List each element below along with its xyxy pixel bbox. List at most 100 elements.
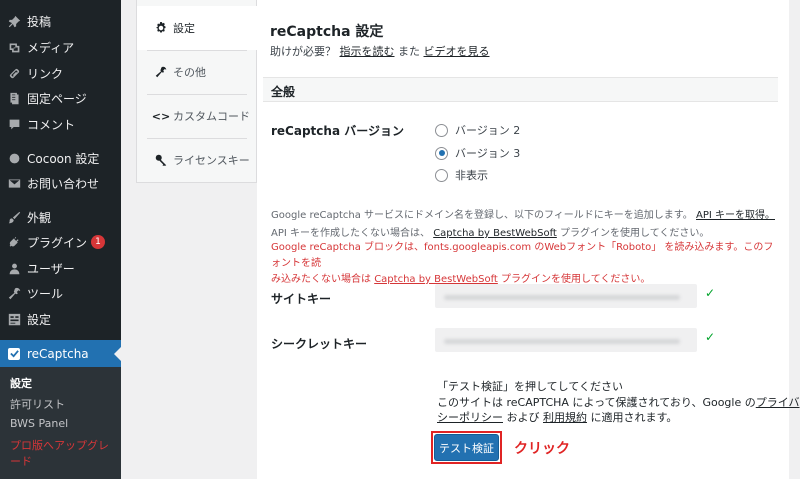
plugin-icon (7, 235, 21, 249)
sidebar-item-appearance[interactable]: 外観 (0, 205, 121, 229)
main-content: 設定 その他 <> カスタムコード ライセンスキー reCaptcha 設定 助… (121, 0, 800, 479)
sidebar-item-tools[interactable]: ツール (0, 281, 121, 305)
radio-invisible[interactable]: 非表示 (435, 167, 488, 183)
code-icon: <> (151, 109, 171, 123)
secret-key-label: シークレットキー (271, 337, 368, 351)
masked-key-value (444, 339, 680, 344)
sidebar-item-plugins[interactable]: プラグイン 1 (0, 230, 121, 254)
sidebar-item-contact[interactable]: お問い合わせ (0, 171, 121, 195)
recaptcha-submenu: 設定 許可リスト BWS Panel プロ版へアップグレード (0, 367, 121, 479)
get-api-key-link[interactable]: API キーを取得。 (696, 210, 775, 221)
radio-button[interactable] (435, 168, 448, 182)
sidebar-item-users[interactable]: ユーザー (0, 256, 121, 280)
sidebar-item-recaptcha[interactable]: reCaptcha (0, 340, 121, 367)
update-count-badge: 1 (91, 235, 106, 249)
tab-other[interactable]: その他 (137, 50, 257, 94)
tab-label: 設定 (173, 22, 195, 35)
sidebar-item-links[interactable]: リンク (0, 61, 121, 85)
notice-text: このサイトは reCAPTCHA によって保護されており、Google の (437, 396, 756, 409)
radio-version-3[interactable]: バージョン 3 (435, 145, 520, 161)
description-text: プラグインを使用してください。 (560, 228, 710, 239)
tab-label: カスタムコード (173, 110, 250, 123)
radio-label: バージョン 2 (455, 124, 521, 137)
circle-icon (7, 151, 21, 165)
radio-button[interactable] (435, 123, 448, 137)
comment-icon (7, 117, 21, 131)
read-instructions-link[interactable]: 指示を読む (340, 45, 395, 58)
test-verify-button[interactable]: テスト検証 (434, 434, 499, 461)
admin-sidebar: 投稿 メディア リンク 固定ページ コメント Cocoon 設定 お問い合わせ … (0, 0, 121, 479)
captcha-plugin-link[interactable]: Captcha by BestWebSoft (433, 228, 557, 239)
warning-text: Google reCaptcha ブロックは、fonts.googleapis.… (271, 242, 774, 269)
version-label: reCaptcha バージョン (271, 124, 404, 138)
sidebar-item-pages[interactable]: 固定ページ (0, 86, 121, 110)
sidebar-item-comments[interactable]: コメント (0, 112, 121, 136)
recaptcha-notice-line2: シーポリシー および 利用規約 に適用されます。 (437, 409, 677, 425)
description-text: Google reCaptcha サービスにドメイン名を登録し、以下のフィールド… (271, 210, 693, 221)
active-arrow-icon (114, 347, 121, 361)
help-prefix: 助けが必要？ (270, 45, 336, 58)
tab-label: ライセンスキー (173, 154, 250, 167)
wrench-icon (154, 66, 168, 78)
site-key-input[interactable] (435, 284, 697, 308)
tab-label: その他 (173, 66, 206, 79)
click-annotation: クリック (514, 441, 570, 457)
pushpin-icon (7, 14, 21, 28)
sidebar-item-label: コメント (27, 117, 76, 132)
sidebar-item-label: プラグイン (27, 235, 88, 250)
sidebar-item-posts[interactable]: 投稿 (0, 9, 121, 33)
sidebar-item-label: メディア (27, 40, 75, 55)
user-icon (7, 261, 21, 275)
description-api-key: Google reCaptcha サービスにドメイン名を登録し、以下のフィールド… (271, 206, 775, 221)
section-title: 全般 (271, 85, 296, 99)
gear-icon (154, 22, 168, 34)
sidebar-item-label: Cocoon 設定 (27, 151, 100, 166)
tab-license-key[interactable]: ライセンスキー (137, 138, 257, 182)
site-key-label: サイトキー (271, 292, 332, 306)
submenu-item-upgrade[interactable]: プロ版へアップグレード (10, 438, 118, 470)
sidebar-item-media[interactable]: メディア (0, 35, 121, 59)
submenu-item-settings[interactable]: 設定 (10, 375, 32, 391)
checkbox-icon (8, 347, 20, 360)
sidebar-item-label: リンク (27, 66, 64, 81)
tab-custom-code[interactable]: <> カスタムコード (137, 94, 257, 138)
warning-text: み込みたくない場合は (271, 274, 371, 285)
link-icon (7, 66, 21, 80)
page-title: reCaptcha 設定 (270, 24, 384, 40)
sidebar-item-label: ツール (27, 286, 64, 301)
recaptcha-notice-line1: このサイトは reCAPTCHA によって保護されており、Google のプライ… (437, 394, 800, 410)
help-line: 助けが必要？ 指示を読む また ビデオを見る (270, 43, 490, 59)
tab-settings[interactable]: 設定 (137, 6, 259, 50)
submenu-item-allowlist[interactable]: 許可リスト (10, 396, 65, 412)
sidebar-item-label: reCaptcha (27, 346, 89, 361)
key-icon (154, 154, 168, 166)
privacy-policy-link[interactable]: シーポリシー (437, 411, 503, 424)
description-alt-plugin: API キーを作成したくない場合は、 Captcha by BestWebSof… (271, 224, 709, 239)
sidebar-item-cocoon[interactable]: Cocoon 設定 (0, 146, 121, 170)
test-instruction: 「テスト検証」を押してしてください (437, 380, 624, 393)
secret-key-input[interactable] (435, 328, 697, 352)
settings-icon (7, 312, 21, 326)
radio-label: 非表示 (455, 169, 488, 182)
submenu-item-bws-panel[interactable]: BWS Panel (10, 417, 68, 430)
radio-version-2[interactable]: バージョン 2 (435, 122, 520, 138)
settings-panel: reCaptcha 設定 助けが必要？ 指示を読む また ビデオを見る 全般 r… (257, 0, 800, 479)
radio-button-selected[interactable] (435, 146, 448, 160)
media-icon (7, 40, 21, 54)
masked-key-value (444, 295, 680, 300)
terms-link[interactable]: 利用規約 (543, 411, 587, 424)
page-icon (7, 91, 21, 105)
sidebar-item-label: 投稿 (27, 14, 52, 29)
sidebar-item-label: 設定 (27, 312, 52, 327)
sidebar-item-settings[interactable]: 設定 (0, 307, 121, 331)
privacy-policy-link[interactable]: プライバ (756, 396, 800, 409)
description-text: API キーを作成したくない場合は、 (271, 228, 430, 239)
sidebar-item-label: ユーザー (27, 261, 75, 276)
section-header: 全般 (263, 77, 778, 102)
site-key-valid-check-icon: ✓ (705, 286, 716, 300)
secret-key-valid-check-icon: ✓ (705, 330, 716, 344)
roboto-font-warning: Google reCaptcha ブロックは、fonts.googleapis.… (271, 240, 776, 288)
watch-video-link[interactable]: ビデオを見る (424, 45, 490, 58)
settings-tabs: 設定 その他 <> カスタムコード ライセンスキー (136, 0, 259, 183)
radio-label: バージョン 3 (455, 147, 521, 160)
